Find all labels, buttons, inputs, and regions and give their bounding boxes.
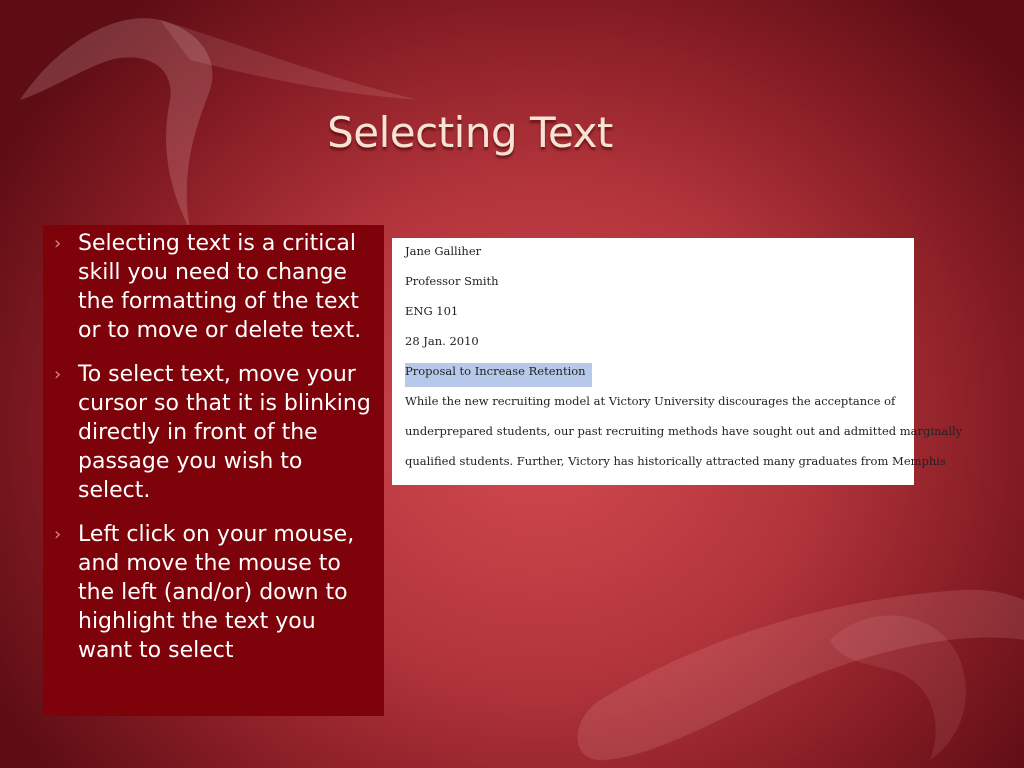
bullet-item: › To select text, move your cursor so th… — [54, 360, 374, 505]
bullet-item: › Left click on your mouse, and move the… — [54, 520, 374, 665]
slide-title: Selecting Text — [327, 108, 613, 157]
chevron-right-icon: › — [54, 364, 62, 385]
doc-line-text: 28 Jan. 2010 — [405, 334, 479, 348]
doc-line: While the new recruiting model at Victor… — [405, 393, 914, 423]
bullet-text: Selecting text is a critical skill you n… — [78, 231, 362, 343]
document-screenshot: Jane Galliher Professor Smith ENG 101 28… — [392, 238, 962, 485]
doc-line-selected: Proposal to Increase Retention — [405, 363, 914, 393]
doc-line-text: Professor Smith — [405, 274, 499, 288]
doc-line-text: While the new recruiting model at Victor… — [405, 394, 896, 408]
bullet-text: To select text, move your cursor so that… — [78, 362, 371, 503]
bullet-panel: › Selecting text is a critical skill you… — [43, 225, 384, 716]
chevron-right-icon: › — [54, 233, 62, 254]
doc-line: underprepared students, our past recruit… — [405, 423, 962, 453]
selected-text[interactable]: Proposal to Increase Retention — [405, 363, 592, 387]
doc-line: ENG 101 — [405, 303, 914, 333]
doc-line-text: Jane Galliher — [405, 244, 482, 258]
doc-line-text: qualified students. Further, Victory has… — [405, 454, 946, 468]
chevron-right-icon: › — [54, 524, 62, 545]
bullet-text: Left click on your mouse, and move the m… — [78, 522, 355, 663]
doc-line-text: ENG 101 — [405, 304, 459, 318]
bullet-item: › Selecting text is a critical skill you… — [54, 229, 374, 345]
doc-line: 28 Jan. 2010 — [405, 333, 914, 363]
doc-line: qualified students. Further, Victory has… — [405, 453, 946, 483]
doc-line-text: underprepared students, our past recruit… — [405, 424, 963, 438]
doc-line: Professor Smith — [405, 273, 914, 303]
doc-line: Jane Galliher — [405, 243, 914, 273]
